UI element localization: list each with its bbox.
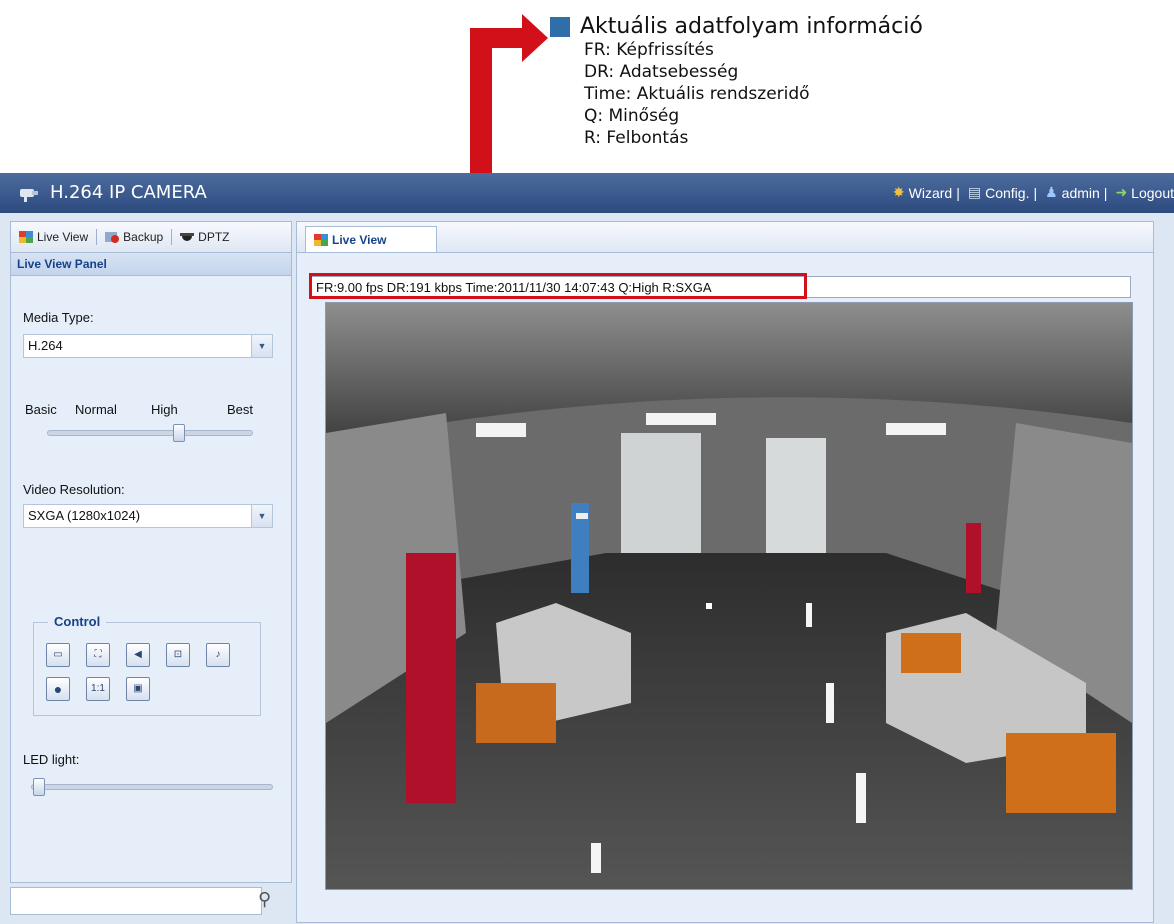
tab-dptz-label: DPTZ xyxy=(198,230,230,244)
fullscreen-button[interactable]: ⛶ xyxy=(86,643,110,667)
main-tab-label: Live View xyxy=(332,232,387,247)
title-bar: H.264 IP CAMERA ✸ Wizard | ▤ Config. | ♟… xyxy=(0,173,1174,213)
fullscreen-icon: ⛶ xyxy=(94,649,102,660)
record-button[interactable]: ● xyxy=(46,677,70,701)
top-nav: ✸ Wizard | ▤ Config. | ♟ admin | ➜ Logou… xyxy=(889,184,1174,201)
one-to-one-icon: 1:1 xyxy=(91,683,105,694)
microphone-button[interactable]: ♪ xyxy=(206,643,230,667)
live-view-panel-header: Live View Panel xyxy=(11,253,291,276)
camera-app: H.264 IP CAMERA ✸ Wizard | ▤ Config. | ♟… xyxy=(0,173,1174,924)
tab-live-view[interactable]: Live View xyxy=(11,230,96,244)
nav-logout-label: Logout xyxy=(1131,184,1174,201)
record-icon: ● xyxy=(53,681,63,697)
dome-camera-icon xyxy=(180,233,195,241)
fit-window-icon: ▣ xyxy=(133,683,143,694)
speaker-icon: ◀ xyxy=(134,649,142,660)
annotation-item-time: Time: Aktuális rendszeridő xyxy=(584,84,810,104)
search-input[interactable] xyxy=(10,887,262,915)
control-legend: Control xyxy=(48,614,107,629)
nav-logout[interactable]: ➜ Logout xyxy=(1115,184,1174,201)
left-tabbar: Live View Backup DPTZ xyxy=(11,222,291,253)
zoom-button[interactable]: ⊡ xyxy=(166,643,190,667)
media-type-select[interactable]: H.264 ▼ xyxy=(23,334,273,358)
backup-icon xyxy=(105,232,120,243)
video-resolution-label: Video Resolution: xyxy=(23,482,125,497)
annotation-marker xyxy=(550,16,570,37)
tab-live-view-label: Live View xyxy=(37,230,89,244)
config-icon: ▤ xyxy=(967,184,982,200)
logout-icon: ➜ xyxy=(1115,184,1128,200)
live-view-icon xyxy=(314,233,328,246)
main-tabbar: Live View xyxy=(297,222,1153,253)
led-slider-track[interactable] xyxy=(31,784,273,790)
original-size-button[interactable]: 1:1 xyxy=(86,677,110,701)
nav-admin-label: admin xyxy=(1061,184,1100,201)
media-type-value: H.264 xyxy=(28,338,63,353)
audio-mute-button[interactable]: ◀ xyxy=(126,643,150,667)
media-type-label: Media Type: xyxy=(23,310,94,325)
snapshot-button[interactable]: ▭ xyxy=(46,643,70,667)
led-light-label: LED light: xyxy=(23,752,80,767)
right-edge-panel xyxy=(1156,221,1174,921)
live-video-feed[interactable] xyxy=(325,302,1133,890)
tab-dptz[interactable]: DPTZ xyxy=(172,230,237,244)
quality-label-best: Best xyxy=(227,402,254,417)
annotation-arrow-bend xyxy=(470,28,525,48)
annotation-item-fr: FR: Képfrissítés xyxy=(584,40,714,60)
annotation-arrow-head xyxy=(522,14,548,62)
left-panel: Live View Backup DPTZ Live View Panel Me… xyxy=(10,221,292,883)
nav-separator: | xyxy=(1103,184,1108,201)
chevron-down-icon[interactable]: ▼ xyxy=(251,335,272,357)
microphone-icon: ♪ xyxy=(215,649,221,660)
snapshot-icon: ▭ xyxy=(53,649,63,660)
tab-live-view-main[interactable]: Live View xyxy=(305,226,437,252)
nav-config-label: Config. xyxy=(985,184,1030,201)
quality-label-basic: Basic xyxy=(25,402,57,417)
annotation-title: Aktuális adatfolyam információ xyxy=(580,14,923,39)
user-icon: ♟ xyxy=(1045,184,1058,200)
live-view-icon xyxy=(19,231,33,243)
stream-info-annotation: Aktuális adatfolyam információ FR: Képfr… xyxy=(550,14,970,149)
nav-admin[interactable]: ♟ admin xyxy=(1045,184,1100,201)
fit-window-button[interactable]: ▣ xyxy=(126,677,150,701)
nav-separator: | xyxy=(1033,184,1038,201)
quality-label-normal: Normal xyxy=(75,402,117,417)
nav-wizard-label: Wizard xyxy=(908,184,953,201)
video-resolution-value: SXGA (1280x1024) xyxy=(28,508,141,523)
nav-separator: | xyxy=(956,184,960,201)
control-group: Control ▭ ⛶ ◀ ⊡ ♪ ● 1:1 ▣ xyxy=(33,614,261,716)
annotation-item-dr: DR: Adatsebesség xyxy=(584,62,739,82)
wizard-icon: ✸ xyxy=(892,184,905,200)
chevron-down-icon[interactable]: ▼ xyxy=(251,505,272,527)
video-resolution-select[interactable]: SXGA (1280x1024) ▼ xyxy=(23,504,273,528)
lobby-scene xyxy=(326,303,1132,889)
quality-slider-track[interactable] xyxy=(47,430,253,436)
quality-label-high: High xyxy=(151,402,178,417)
annotation-item-r: R: Felbontás xyxy=(584,128,689,148)
nav-wizard[interactable]: ✸ Wizard xyxy=(893,184,952,201)
annotation-item-q: Q: Minőség xyxy=(584,106,680,126)
zoom-icon: ⊡ xyxy=(173,649,183,660)
tab-backup-label: Backup xyxy=(123,230,164,244)
camera-icon xyxy=(20,189,38,202)
app-title: H.264 IP CAMERA xyxy=(50,182,207,203)
tab-backup[interactable]: Backup xyxy=(97,230,171,244)
stream-info-highlight xyxy=(309,273,807,299)
main-panel: Live View FR:9.00 fps DR:191 kbps Time:2… xyxy=(296,221,1154,923)
search-icon[interactable]: ⚲ xyxy=(258,889,271,910)
led-slider-thumb[interactable] xyxy=(33,778,45,796)
quality-slider-thumb[interactable] xyxy=(173,424,185,442)
nav-config[interactable]: ▤ Config. xyxy=(968,184,1030,201)
